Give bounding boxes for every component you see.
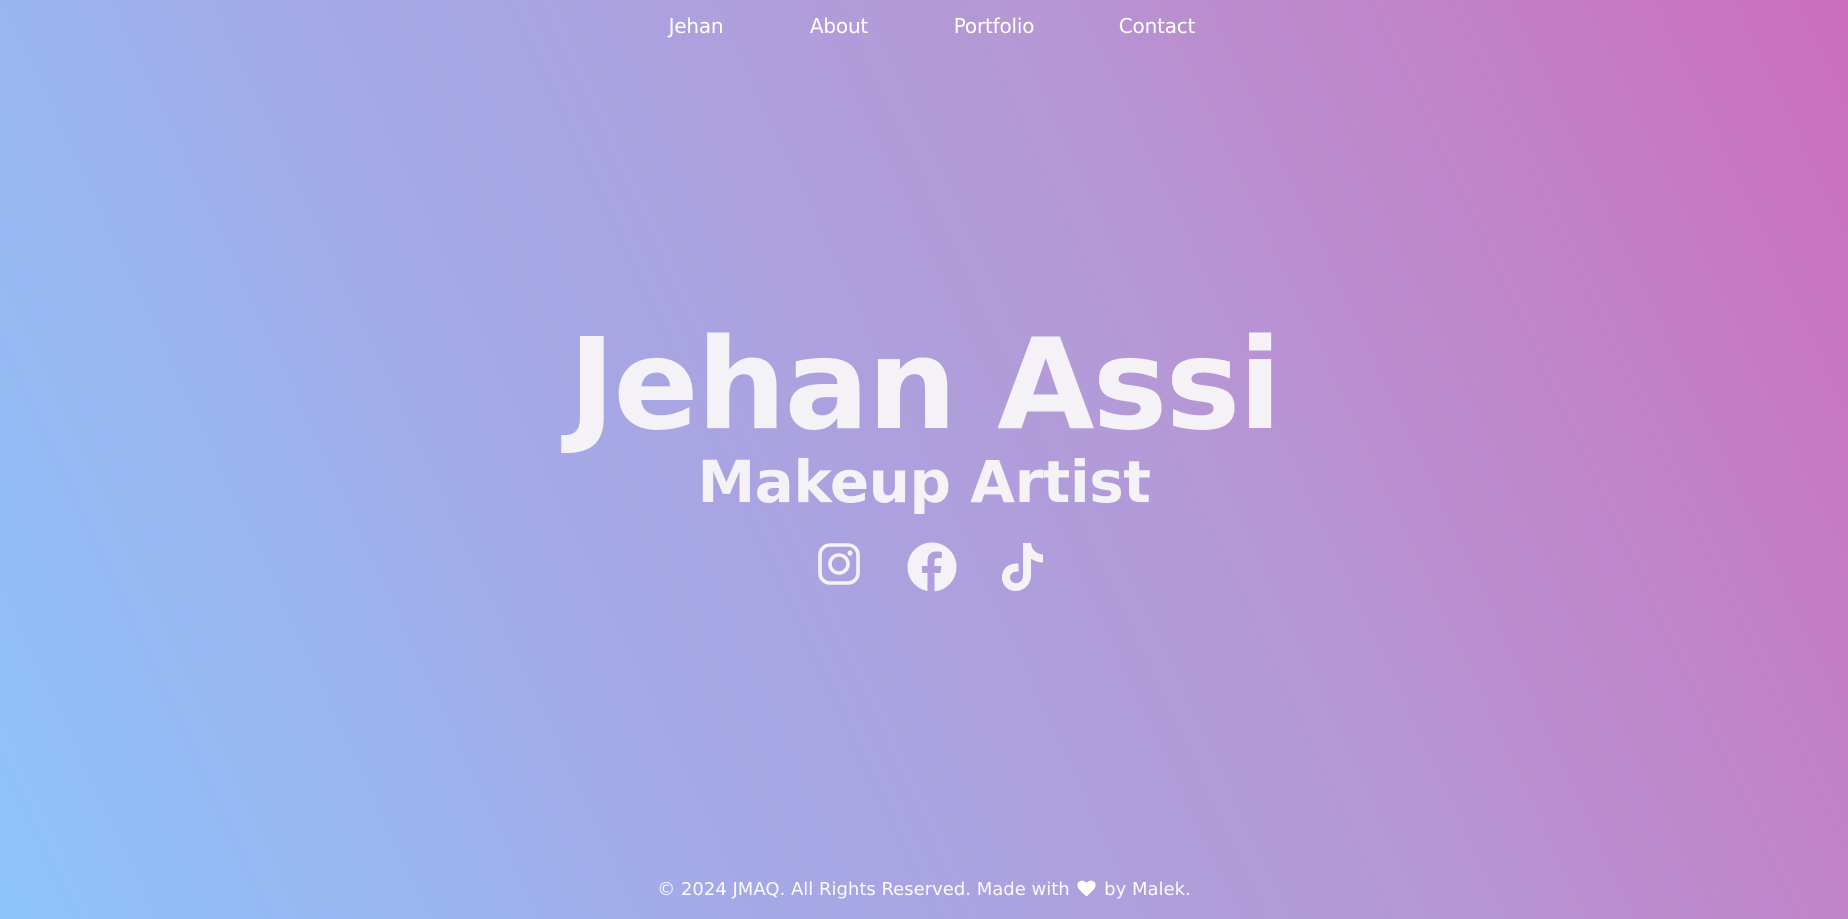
- nav-link-about[interactable]: About: [810, 13, 868, 39]
- instagram-icon: [818, 543, 860, 585]
- nav-link-home[interactable]: Jehan: [669, 13, 724, 39]
- main-nav: Jehan About Portfolio Contact: [0, 0, 1848, 52]
- tiktok-link[interactable]: [1001, 542, 1047, 594]
- footer: © 2024 JMAQ. All Rights Reserved. Made w…: [0, 877, 1848, 903]
- footer-credit: by Malek.: [1104, 879, 1191, 900]
- nav-link-contact[interactable]: Contact: [1119, 13, 1196, 39]
- instagram-link[interactable]: [817, 542, 861, 594]
- facebook-icon: [907, 542, 957, 592]
- hero-role: Makeup Artist: [697, 448, 1151, 516]
- nav-link-portfolio[interactable]: Portfolio: [954, 13, 1035, 39]
- hero-name: Jehan Assi: [568, 311, 1281, 458]
- tiktok-icon: [1002, 543, 1043, 591]
- footer-copyright: © 2024 JMAQ. All Rights Reserved. Made w…: [657, 879, 1070, 900]
- heart-icon: [1077, 880, 1097, 897]
- facebook-link[interactable]: [907, 542, 957, 594]
